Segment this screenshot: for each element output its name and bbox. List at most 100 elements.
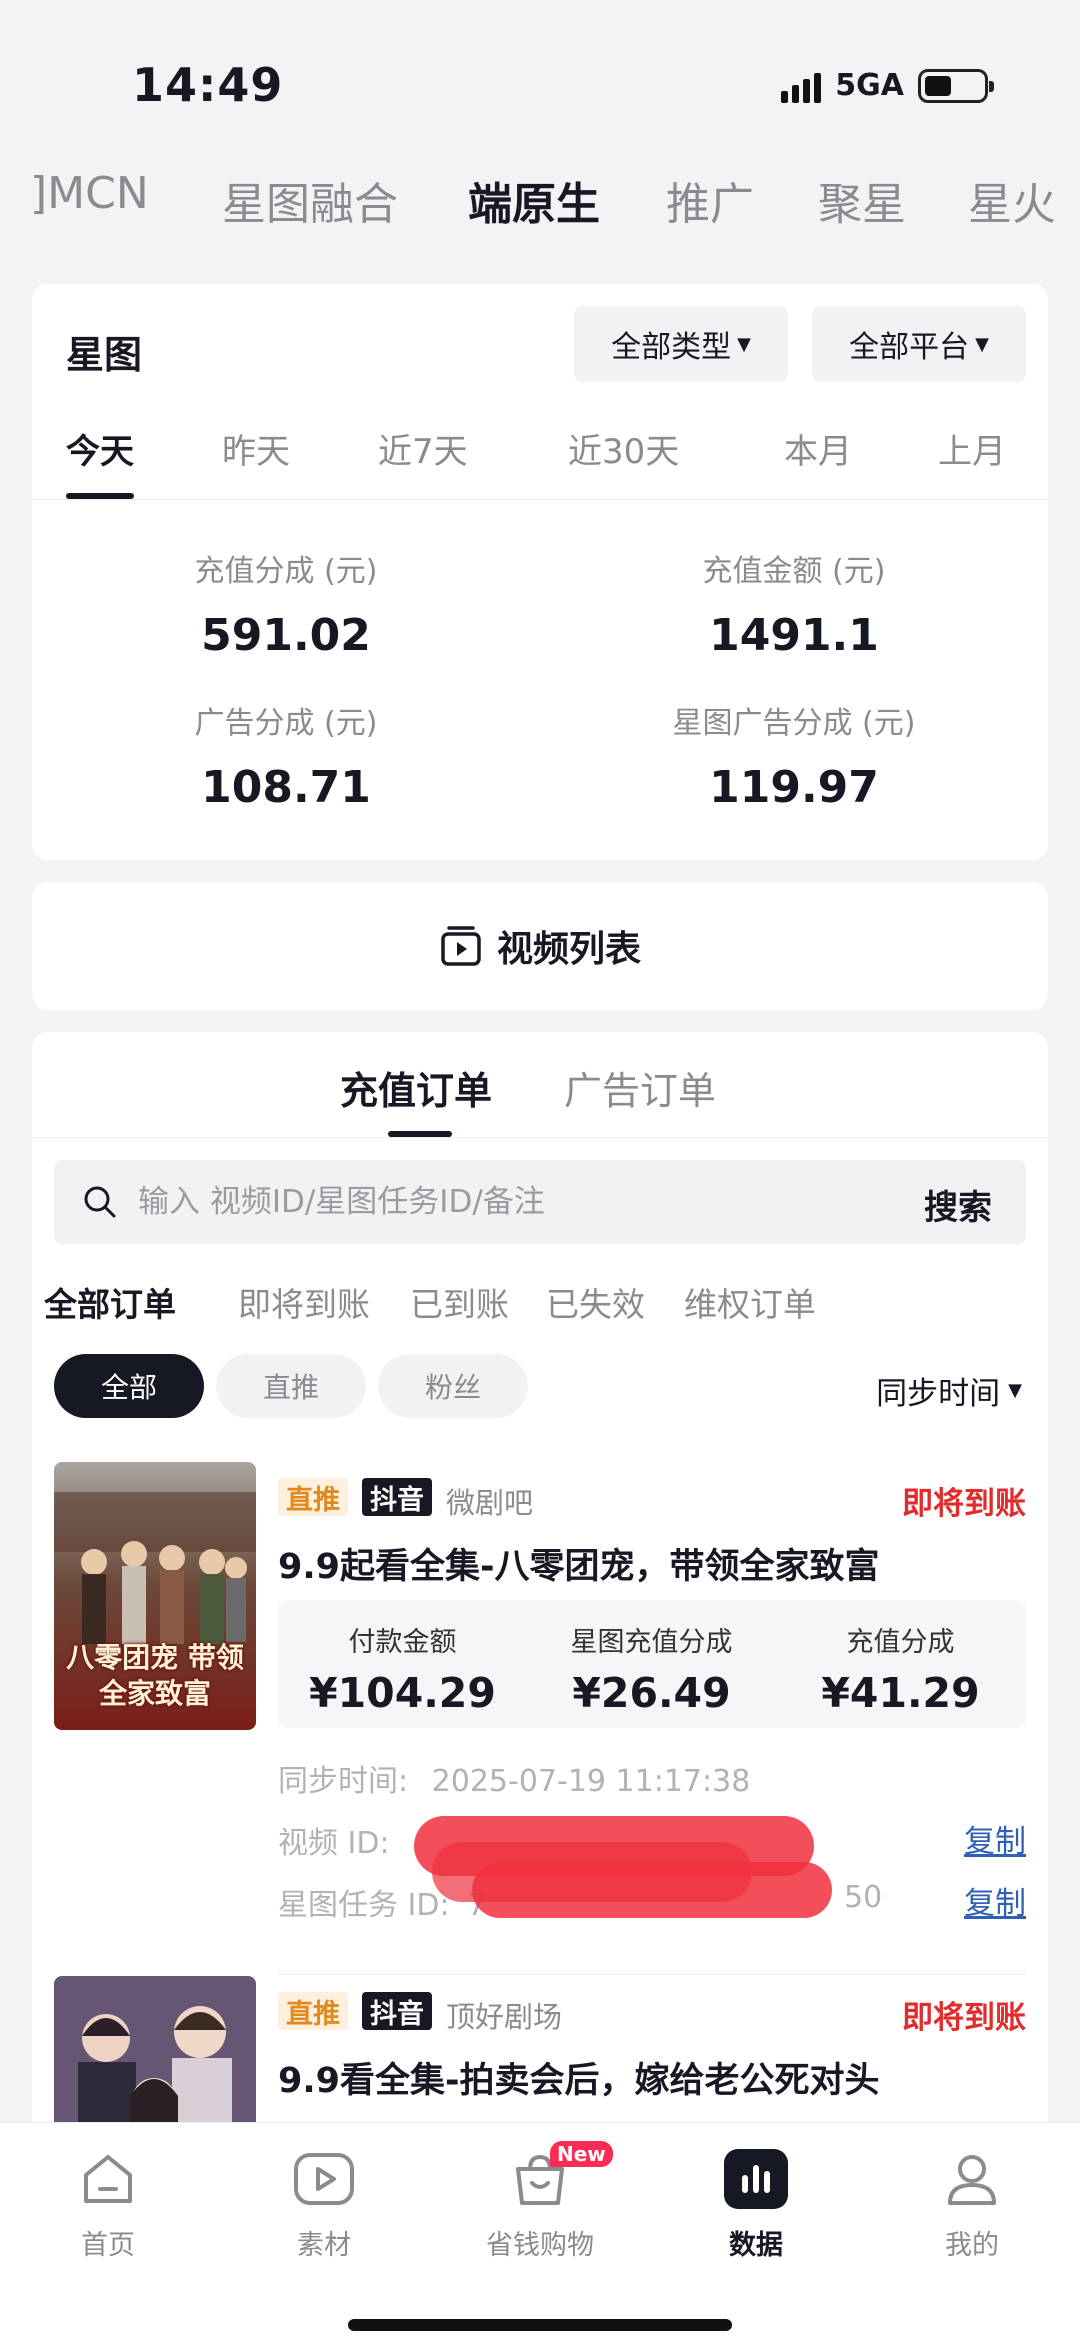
signal-icon: [781, 69, 822, 103]
caret-down-icon: ▼: [1008, 1380, 1022, 1401]
nav-home[interactable]: 首页: [0, 2141, 216, 2262]
order-title: 9.9看全集-拍卖会后，嫁给老公死对头: [278, 2061, 880, 2101]
status-icons: 5GA: [781, 68, 994, 103]
search-bar: 搜索: [54, 1160, 1026, 1244]
sync-time-value: 2025-07-19 11:17:38: [431, 1764, 751, 1799]
video-list-button[interactable]: 视频列表: [32, 882, 1048, 1010]
order-source: 顶好剧场: [446, 2000, 563, 2034]
video-id-line: 视频 ID:: [278, 1818, 390, 1862]
order-source: 微剧吧: [446, 1486, 534, 1520]
new-badge: New: [550, 2141, 613, 2167]
filter-pending[interactable]: 即将到账: [238, 1278, 370, 1326]
chip-all[interactable]: 全部: [54, 1354, 204, 1418]
period-tab-indicator: [66, 493, 134, 499]
filter-arrived[interactable]: 已到账: [410, 1278, 509, 1326]
play-icon: [216, 2141, 432, 2217]
period-tab-7days[interactable]: 近7天: [378, 424, 468, 473]
period-tab-last-month[interactable]: 上月: [938, 424, 1006, 473]
home-icon: [0, 2141, 216, 2217]
bar-chart-icon: [648, 2141, 864, 2217]
order-item[interactable]: 八零团宠 带领全家致富 直推 抖音 微剧吧 即将到账 9.9起看全集-八零团宠，…: [32, 1462, 1048, 1982]
amount-box: 付款金额 ¥104.29 星图充值分成 ¥26.49 充值分成 ¥41.29: [278, 1600, 1026, 1728]
nav-label: 素材: [297, 2230, 351, 2261]
search-input[interactable]: [138, 1160, 838, 1244]
category-tab-juxing[interactable]: 聚星: [818, 168, 906, 232]
task-id-suffix: 50: [844, 1880, 883, 1915]
amount-label: 付款金额: [348, 1627, 457, 1658]
amount-value: ¥41.29: [821, 1669, 980, 1717]
drama-poster: 八零团宠 带领全家致富: [54, 1462, 256, 1730]
orders-card: 充值订单 广告订单 搜索 全部订单 即将到账 已到账 已失效 维权订单 全部 直…: [32, 1032, 1048, 2232]
nav-data[interactable]: 数据: [648, 2141, 864, 2262]
tab-ad-orders[interactable]: 广告订单: [564, 1060, 716, 1115]
metric-value: 1491.1: [709, 610, 879, 661]
period-tabs: 今天 昨天 近7天 近30天 本月 上月: [32, 402, 1048, 500]
caret-down-icon: ▼: [975, 333, 989, 355]
platform-filter-label: 全部平台: [849, 330, 970, 365]
network-label: 5GA: [835, 68, 904, 103]
metric-recharge-amount: 充值金额 (元) 1491.1: [540, 546, 1048, 661]
category-tab-tuiguang[interactable]: 推广: [666, 168, 754, 232]
amount-payment: 付款金额 ¥104.29: [278, 1620, 527, 1717]
nav-label: 首页: [81, 2230, 135, 2261]
tag-direct: 直推: [278, 1992, 348, 2030]
tab-recharge-orders[interactable]: 充值订单: [340, 1060, 492, 1115]
amount-recharge-share: 充值分成 ¥41.29: [776, 1620, 1025, 1717]
type-filter-dropdown[interactable]: 全部类型 ▼: [574, 306, 788, 382]
nav-materials[interactable]: 素材: [216, 2141, 432, 2262]
sort-sync-time[interactable]: 同步时间 ▼: [876, 1368, 1022, 1413]
metric-value: 591.02: [201, 610, 371, 661]
period-tab-30days[interactable]: 近30天: [568, 424, 679, 473]
filter-expired[interactable]: 已失效: [546, 1278, 645, 1326]
order-title: 9.9起看全集-八零团宠，带领全家致富: [278, 1547, 880, 1587]
shopping-bag-icon: New: [432, 2141, 648, 2217]
search-icon: [84, 1186, 116, 1218]
platform-filter-dropdown[interactable]: 全部平台 ▼: [812, 306, 1026, 382]
filter-all-orders[interactable]: 全部订单: [44, 1278, 176, 1326]
chip-direct[interactable]: 直推: [216, 1354, 366, 1418]
order-tabs: 充值订单 广告订单: [32, 1032, 1048, 1138]
bottom-nav: 首页 素材 New 省钱购物 数据 我的: [0, 2122, 1080, 2349]
nav-label: 省钱购物: [486, 2230, 594, 2261]
video-list-label: 视频列表: [496, 929, 641, 970]
stats-title: 星图: [66, 333, 143, 377]
order-tab-indicator: [388, 1131, 452, 1137]
order-status: 即将到账: [902, 2000, 1026, 2036]
copy-task-id-button[interactable]: 复制: [964, 1878, 1026, 1923]
video-list-icon: [441, 926, 481, 966]
redaction-mark: [432, 1842, 752, 1902]
copy-video-id-button[interactable]: 复制: [964, 1816, 1026, 1861]
metric-value: 108.71: [201, 762, 371, 813]
type-filter-label: 全部类型: [611, 330, 732, 365]
sort-label: 同步时间: [876, 1376, 1001, 1412]
nav-label: 数据: [729, 2230, 783, 2261]
amount-value: ¥104.29: [309, 1669, 496, 1717]
caret-down-icon: ▼: [737, 333, 751, 355]
period-tab-yesterday[interactable]: 昨天: [222, 424, 290, 473]
amount-label: 充值分成: [846, 1627, 955, 1658]
task-id-label: 星图任务 ID:: [278, 1888, 450, 1923]
filter-rights-orders[interactable]: 维权订单: [684, 1278, 816, 1326]
category-tab-xinghuo[interactable]: 星火: [968, 168, 1056, 232]
battery-icon: [918, 68, 994, 103]
tag-douyin: 抖音: [362, 1478, 432, 1516]
category-tab-xingtu-ronghe[interactable]: 星图融合: [222, 168, 398, 232]
item-divider: [278, 1974, 1026, 1975]
metric-label: 充值金额 (元): [702, 554, 886, 589]
metric-label: 充值分成 (元): [194, 554, 378, 589]
category-tab-duan-yuansheng[interactable]: 端原生: [468, 168, 600, 232]
metric-xingtu-ad-share: 星图广告分成 (元) 119.97: [540, 698, 1048, 813]
order-status: 即将到账: [902, 1486, 1026, 1522]
search-button[interactable]: 搜索: [924, 1180, 992, 1229]
nav-label: 我的: [945, 2230, 999, 2261]
nav-shopping[interactable]: New 省钱购物: [432, 2141, 648, 2262]
period-tab-this-month[interactable]: 本月: [784, 424, 852, 473]
poster-title: 八零团宠 带领全家致富: [66, 1641, 244, 1710]
amount-value: ¥26.49: [572, 1669, 731, 1717]
category-tab-mcn[interactable]: ]MCN: [30, 168, 149, 219]
amount-label: 星图充值分成: [570, 1627, 733, 1658]
nav-profile[interactable]: 我的: [864, 2141, 1080, 2262]
sync-time-label: 同步时间:: [278, 1764, 409, 1799]
period-tab-today[interactable]: 今天: [66, 424, 134, 473]
chip-fans[interactable]: 粉丝: [378, 1354, 528, 1418]
